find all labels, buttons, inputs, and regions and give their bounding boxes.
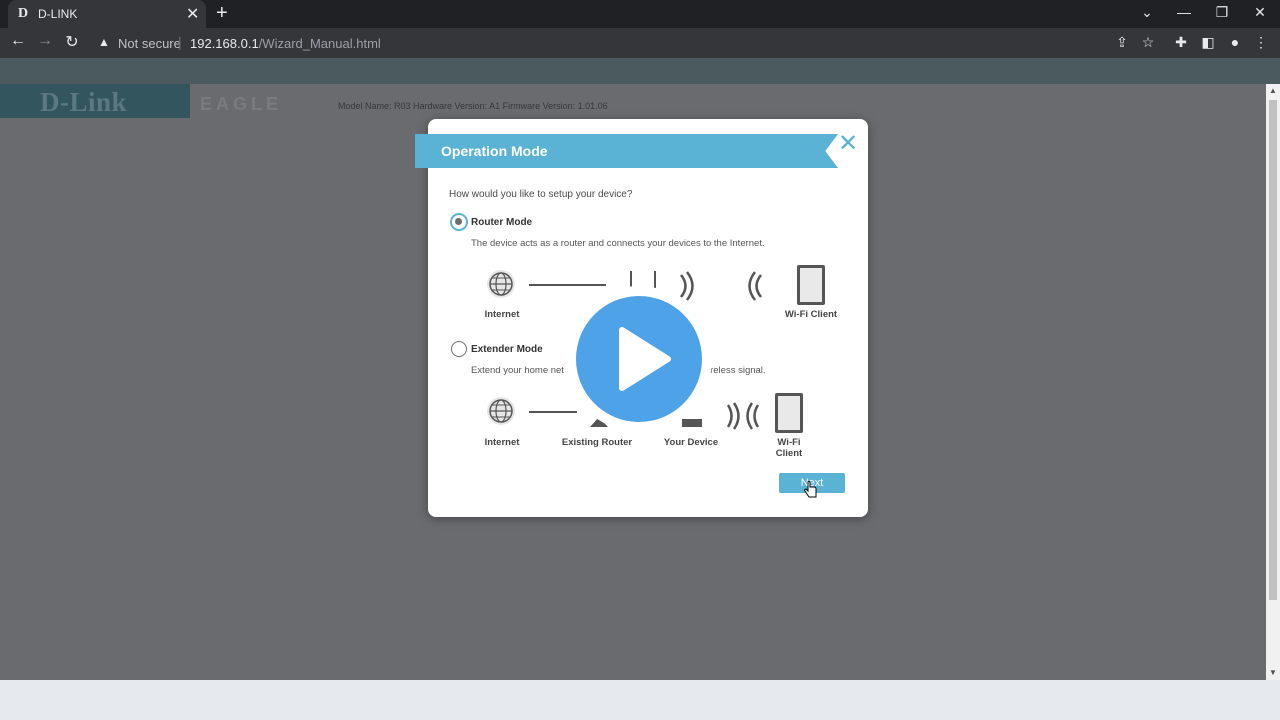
play-triangle-icon [619, 327, 671, 391]
new-tab-button[interactable]: + [216, 2, 228, 25]
page-top-band [0, 58, 1280, 84]
wifi-client-tablet-icon [775, 393, 803, 433]
minimize-icon[interactable]: — [1174, 4, 1194, 20]
bottom-bar [0, 680, 1280, 720]
profile-icon[interactable]: ● [1226, 34, 1244, 50]
tab-search-chevron-icon[interactable]: ⌄ [1137, 4, 1157, 21]
router-mode-label[interactable]: Router Mode [471, 217, 532, 228]
wifi-waves-right-icon [680, 271, 694, 301]
forward-arrow-icon[interactable]: → [35, 32, 55, 50]
your-device-icon [682, 419, 702, 427]
router-mode-radio[interactable] [451, 214, 467, 230]
connection-line [529, 284, 606, 286]
diagram-label-internet: Internet [484, 309, 520, 320]
dialog-close-icon[interactable]: ✕ [838, 129, 858, 158]
hand-cursor-icon [804, 481, 817, 498]
menu-kebab-icon[interactable]: ⋮ [1252, 34, 1270, 51]
wifi-client-tablet-icon [797, 265, 825, 305]
restore-icon[interactable]: ❐ [1212, 4, 1232, 21]
browser-tab[interactable]: D D-LINK ✕ [8, 0, 206, 28]
page-scrollbar[interactable]: ▲ ▼ [1266, 84, 1280, 680]
play-button-circle [576, 296, 702, 422]
scroll-up-icon[interactable]: ▲ [1269, 86, 1277, 95]
diagram-label-internet: Internet [484, 437, 520, 448]
model-info: Model Name: R03 Hardware Version: A1 Fir… [338, 101, 608, 111]
warning-triangle-icon[interactable]: ▲ [98, 35, 110, 49]
diagram-label-your-device: Your Device [663, 437, 719, 448]
tab-close-icon[interactable]: ✕ [186, 4, 199, 24]
security-status[interactable]: Not secure [118, 36, 181, 51]
product-name: EAGLE [200, 94, 283, 114]
dlink-logo: D-Link [0, 84, 190, 118]
address-bar[interactable]: ▲ Not secure | 192.168.0.1/Wizard_Manual… [88, 31, 1142, 55]
internet-globe-icon [487, 270, 515, 298]
back-arrow-icon[interactable]: ← [8, 32, 28, 50]
browser-tab-bar: D D-LINK ✕ + ⌄ — ❐ ✕ [0, 0, 1280, 28]
url-text[interactable]: 192.168.0.1/Wizard_Manual.html [190, 36, 381, 51]
connection-line [529, 411, 577, 413]
extender-mode-radio[interactable] [451, 341, 467, 357]
url-path: /Wizard_Manual.html [258, 36, 381, 51]
logo-text: D-Link [40, 87, 128, 117]
bookmark-star-icon[interactable]: ☆ [1139, 34, 1157, 51]
reload-icon[interactable]: ↻ [62, 32, 82, 52]
scroll-down-icon[interactable]: ▼ [1269, 668, 1277, 677]
router-mode-description: The device acts as a router and connects… [471, 238, 765, 249]
internet-globe-icon [487, 397, 515, 425]
share-icon[interactable]: ⇪ [1113, 34, 1131, 51]
video-play-button[interactable] [566, 286, 712, 432]
dialog-title: Operation Mode [441, 143, 548, 159]
tab-title: D-LINK [38, 7, 78, 21]
wifi-waves-icon [726, 402, 760, 430]
setup-question: How would you like to setup your device? [449, 189, 633, 200]
side-panel-icon[interactable]: ◧ [1199, 34, 1217, 51]
diagram-label-wifi-client: Wi-Fi Client [775, 437, 803, 459]
dlink-favicon-icon: D [18, 6, 29, 21]
dialog-header: Operation Mode [415, 134, 838, 168]
diagram-label-wifi-client: Wi-Fi Client [784, 309, 838, 320]
extender-mode-label[interactable]: Extender Mode [471, 344, 543, 355]
wifi-waves-left-icon [748, 271, 762, 301]
extender-mode-description-right: ireless signal. [708, 365, 766, 376]
url-host: 192.168.0.1 [190, 36, 259, 51]
scrollbar-thumb[interactable] [1269, 100, 1277, 600]
extensions-puzzle-icon[interactable]: ✚ [1172, 34, 1190, 51]
extender-mode-description-left: Extend your home net [471, 365, 564, 376]
diagram-label-existing-router: Existing Router [561, 437, 633, 448]
url-separator: | [178, 34, 182, 50]
window-close-icon[interactable]: ✕ [1250, 4, 1270, 21]
